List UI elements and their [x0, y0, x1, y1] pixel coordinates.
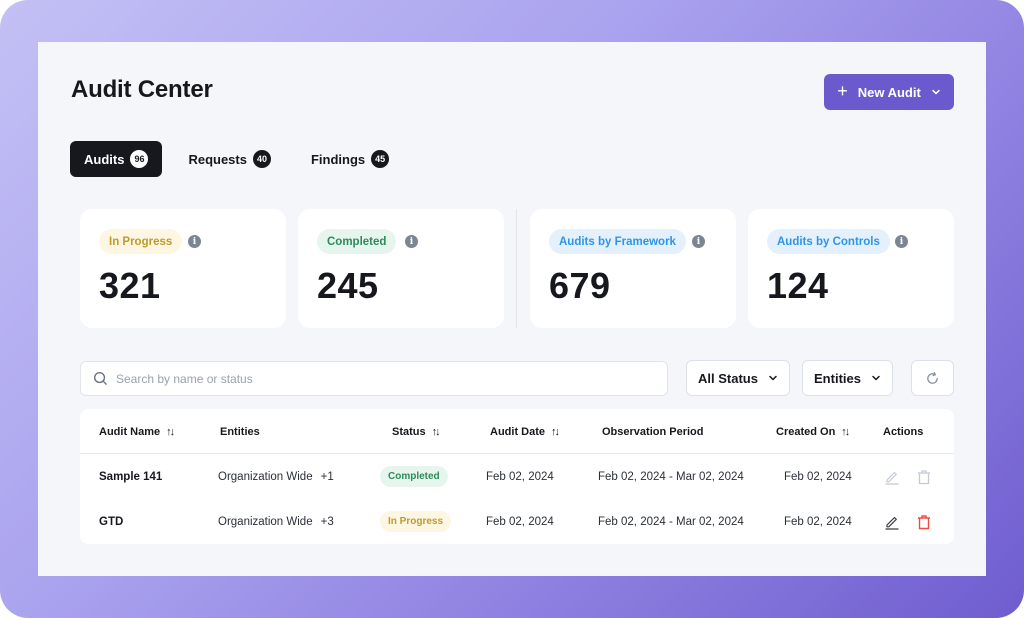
entities-extra-count[interactable]: +1 [321, 471, 334, 483]
info-icon[interactable]: i [895, 235, 908, 248]
edit-button[interactable] [882, 512, 902, 532]
stat-label: Completed [317, 229, 397, 254]
status-cell: Completed [380, 454, 448, 499]
stat-card-completed[interactable]: Completed i 245 [298, 209, 504, 328]
delete-button[interactable] [914, 512, 934, 532]
sort-icon[interactable]: ↑↓ [551, 426, 560, 438]
stat-value: 321 [99, 265, 161, 306]
observation-period: Feb 02, 2024 - Mar 02, 2024 [598, 470, 744, 483]
column-label: Created On [776, 425, 836, 438]
column-label: Actions [883, 425, 924, 438]
table-header: Audit Name ↑↓ Entities Status ↑↓ Audit D… [80, 409, 954, 454]
search-input[interactable] [116, 371, 636, 386]
audit-name[interactable]: Sample 141 [99, 454, 162, 499]
refresh-icon [927, 371, 938, 384]
info-icon[interactable]: i [692, 235, 705, 248]
tab-audits[interactable]: Audits 96 [70, 141, 163, 177]
search-icon [93, 371, 107, 385]
tab-requests[interactable]: Requests 40 [174, 141, 285, 177]
new-audit-button[interactable]: + New Audit [824, 74, 954, 110]
stat-value: 245 [317, 265, 379, 306]
chevron-down-icon [769, 375, 777, 381]
stats-divider [516, 209, 517, 328]
column-label: Audit Date [490, 425, 545, 438]
stat-value: 679 [549, 265, 611, 306]
status-cell: In Progress [380, 499, 452, 544]
entities-value: Organization Wide [218, 515, 313, 528]
tab-label: Findings [310, 151, 366, 167]
trash-icon [918, 514, 930, 529]
table-row[interactable]: Sample 141 Organization Wide +1 Complete… [80, 454, 954, 499]
entities-filter-label: Entities [814, 370, 861, 386]
pencil-icon [885, 516, 899, 530]
stat-card-audits-by-controls[interactable]: Audits by Controls i 124 [748, 209, 954, 328]
audit-center-app: Audit Center + New Audit Audits 96 Reque… [38, 42, 986, 576]
new-audit-label: New Audit [857, 84, 921, 100]
tab-findings[interactable]: Findings 45 [297, 141, 403, 177]
chevron-down-icon [872, 375, 880, 381]
entities-cell: Organization Wide +1 [218, 454, 334, 499]
tab-label: Requests [188, 151, 247, 167]
column-label: Entities [220, 425, 260, 438]
column-header-entities: Entities [220, 409, 260, 454]
status-filter-label: All Status [698, 370, 758, 386]
created-on: Feb 02, 2024 [784, 515, 852, 528]
stat-label: In Progress [99, 229, 183, 254]
sort-icon[interactable]: ↑↓ [432, 426, 441, 438]
entities-value: Organization Wide [218, 470, 313, 483]
column-header-audit-name[interactable]: Audit Name ↑↓ [99, 409, 175, 454]
trash-icon [918, 469, 930, 484]
delete-button[interactable] [914, 467, 934, 487]
refresh-button[interactable] [911, 360, 954, 396]
audits-table: Audit Name ↑↓ Entities Status ↑↓ Audit D… [80, 409, 954, 544]
actions-cell [882, 454, 934, 499]
pencil-icon [885, 471, 899, 485]
info-icon[interactable]: i [405, 235, 418, 248]
page-title: Audit Center [71, 76, 213, 103]
plus-icon: + [837, 81, 848, 101]
tab-label: Audits [84, 151, 125, 167]
status-filter-dropdown[interactable]: All Status [686, 360, 790, 396]
table-row[interactable]: GTD Organization Wide +3 In Progress Feb… [80, 499, 954, 544]
edit-button[interactable] [882, 467, 902, 487]
stat-card-in-progress[interactable]: In Progress i 321 [80, 209, 286, 328]
sort-icon[interactable]: ↑↓ [841, 426, 850, 438]
stat-value: 124 [767, 265, 829, 306]
actions-cell [882, 499, 934, 544]
sort-icon[interactable]: ↑↓ [166, 426, 175, 438]
tab-count-badge: 45 [371, 150, 390, 168]
column-label: Status [392, 425, 426, 438]
tab-count-badge: 40 [252, 150, 271, 168]
column-header-created-on[interactable]: Created On ↑↓ [776, 409, 850, 454]
status-badge: In Progress [380, 511, 452, 532]
tab-bar: Audits 96 Requests 40 Findings 45 [70, 141, 403, 177]
stat-label: Audits by Framework [549, 229, 686, 254]
entities-filter-dropdown[interactable]: Entities [802, 360, 893, 396]
audit-date: Feb 02, 2024 [486, 515, 554, 528]
search-box [80, 361, 668, 396]
audit-name[interactable]: GTD [99, 499, 123, 544]
column-header-observation-period: Observation Period [602, 409, 703, 454]
column-label: Audit Name [99, 425, 161, 438]
column-label: Observation Period [602, 425, 704, 438]
chevron-down-icon [932, 89, 940, 95]
audit-date: Feb 02, 2024 [486, 470, 554, 483]
observation-period: Feb 02, 2024 - Mar 02, 2024 [598, 515, 744, 528]
entities-extra-count[interactable]: +3 [321, 516, 334, 528]
column-header-audit-date[interactable]: Audit Date ↑↓ [490, 409, 560, 454]
created-on: Feb 02, 2024 [784, 470, 852, 483]
info-icon[interactable]: i [188, 235, 201, 248]
entities-cell: Organization Wide +3 [218, 499, 334, 544]
column-header-actions: Actions [883, 409, 923, 454]
tab-count-badge: 96 [130, 150, 149, 168]
stat-label: Audits by Controls [767, 229, 890, 254]
column-header-status[interactable]: Status ↑↓ [392, 409, 441, 454]
stat-card-audits-by-framework[interactable]: Audits by Framework i 679 [530, 209, 736, 328]
status-badge: Completed [380, 466, 448, 487]
